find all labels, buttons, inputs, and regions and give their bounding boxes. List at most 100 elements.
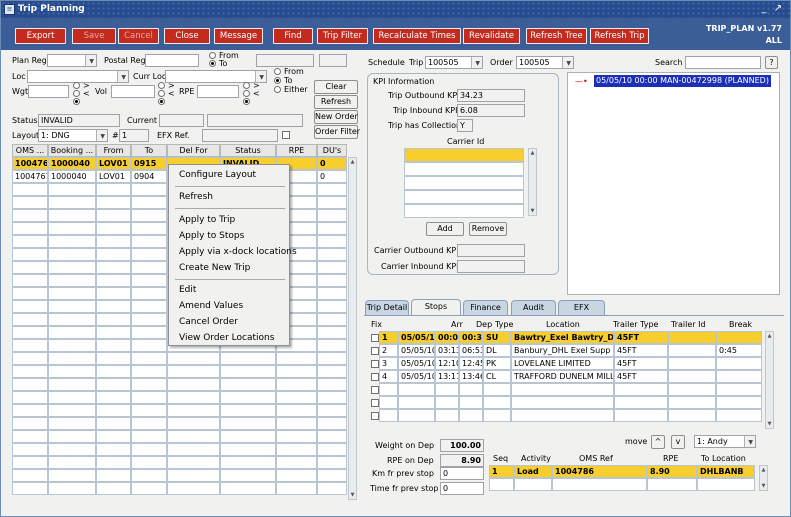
orders-empty-cell[interactable] — [317, 287, 347, 300]
orders-empty-cell[interactable] — [96, 300, 131, 313]
scroll-up-icon[interactable]: ▲ — [349, 158, 356, 166]
orders-empty-cell[interactable] — [317, 469, 347, 482]
stop-empty-cell[interactable] — [398, 396, 435, 409]
stop-empty-cell[interactable] — [483, 383, 511, 396]
move-down-button[interactable]: v — [671, 435, 685, 449]
stop-trailer_id-cell[interactable] — [668, 331, 716, 344]
orders-empty-cell[interactable] — [96, 287, 131, 300]
vol-lt-radio[interactable] — [158, 90, 165, 97]
stop-trailer_id-cell[interactable] — [668, 357, 716, 370]
stop-empty-cell[interactable] — [435, 409, 459, 422]
orders-empty-cell[interactable] — [131, 352, 167, 365]
orders-cell[interactable]: 1000040 — [48, 157, 96, 170]
fix-checkbox[interactable] — [371, 334, 379, 342]
rpe-lt-radio[interactable] — [243, 90, 250, 97]
orders-empty-cell[interactable] — [317, 365, 347, 378]
stop-brk-cell[interactable] — [716, 370, 762, 383]
orders-empty-cell[interactable] — [96, 352, 131, 365]
stop-empty-cell[interactable] — [459, 396, 483, 409]
tab-audit[interactable]: Audit — [511, 300, 556, 315]
orders-empty-cell[interactable] — [276, 430, 317, 443]
orders-empty-cell[interactable] — [131, 456, 167, 469]
carrier-scrollbar[interactable]: ▲ ▼ — [528, 148, 537, 216]
wgt-field[interactable] — [28, 85, 69, 98]
either-radio[interactable] — [274, 86, 281, 93]
activity-oms-ref-cell[interactable]: 1004786 — [552, 465, 647, 478]
orders-empty-cell[interactable] — [167, 456, 220, 469]
orders-empty-cell[interactable] — [48, 209, 96, 222]
vol-eq-radio[interactable] — [158, 98, 165, 105]
orders-empty-cell[interactable] — [220, 469, 276, 482]
order-dropdown[interactable]: 100505 ▼ — [516, 56, 574, 69]
orders-empty-cell[interactable] — [131, 300, 167, 313]
orders-col-header[interactable]: RPE — [276, 144, 317, 157]
fix-checkbox[interactable] — [371, 360, 379, 368]
fix-checkbox[interactable] — [371, 347, 379, 355]
orders-empty-cell[interactable] — [317, 326, 347, 339]
refresh-trip-button[interactable]: Refresh Trip — [590, 28, 649, 44]
orders-empty-cell[interactable] — [131, 274, 167, 287]
orders-empty-cell[interactable] — [131, 378, 167, 391]
orders-empty-cell[interactable] — [48, 261, 96, 274]
orders-empty-cell[interactable] — [12, 196, 48, 209]
stop-seq-cell[interactable]: 4 — [379, 370, 398, 383]
menu-edit[interactable]: Edit — [179, 285, 196, 295]
orders-empty-cell[interactable] — [317, 235, 347, 248]
curr-loc-dropdown[interactable]: ▼ — [165, 70, 267, 83]
orders-empty-cell[interactable] — [317, 339, 347, 352]
menu-apply-via-xdock[interactable]: Apply via x-dock locations — [179, 247, 297, 257]
stop-brk-cell[interactable] — [716, 357, 762, 370]
efx-checkbox[interactable] — [282, 131, 290, 139]
orders-empty-cell[interactable] — [131, 209, 167, 222]
scroll-down-icon[interactable]: ▼ — [760, 482, 767, 490]
orders-empty-cell[interactable] — [96, 456, 131, 469]
stop-location-cell[interactable]: Banbury_DHL Exel Supp — [511, 344, 614, 357]
rpe-gt-radio[interactable] — [243, 82, 250, 89]
orders-col-header[interactable]: Booking ... — [48, 144, 96, 157]
save-button[interactable]: Save — [72, 28, 116, 44]
stop-trailer_id-cell[interactable] — [668, 344, 716, 357]
orders-empty-cell[interactable] — [96, 378, 131, 391]
tab-efx[interactable]: EFX — [558, 300, 605, 315]
stop-type-cell[interactable]: SU — [483, 331, 511, 344]
orders-empty-cell[interactable] — [317, 248, 347, 261]
orders-empty-cell[interactable] — [12, 469, 48, 482]
orders-empty-cell[interactable] — [131, 235, 167, 248]
orders-cell[interactable]: 1004767 — [12, 170, 48, 183]
orders-empty-cell[interactable] — [167, 482, 220, 495]
orders-empty-cell[interactable] — [276, 456, 317, 469]
menu-amend-values[interactable]: Amend Values — [179, 301, 243, 311]
orders-empty-cell[interactable] — [96, 391, 131, 404]
find-button[interactable]: Find — [273, 28, 313, 44]
orders-empty-cell[interactable] — [96, 222, 131, 235]
orders-empty-cell[interactable] — [12, 417, 48, 430]
orders-empty-cell[interactable] — [12, 222, 48, 235]
orders-empty-cell[interactable] — [167, 417, 220, 430]
postal-reg-field[interactable] — [145, 54, 199, 67]
orders-empty-cell[interactable] — [220, 430, 276, 443]
orders-empty-cell[interactable] — [48, 365, 96, 378]
carrier-id-row[interactable] — [404, 148, 524, 162]
orders-empty-cell[interactable] — [96, 235, 131, 248]
orders-empty-cell[interactable] — [12, 261, 48, 274]
orders-empty-cell[interactable] — [317, 482, 347, 495]
menu-cancel-order[interactable]: Cancel Order — [179, 317, 238, 327]
refresh-tree-button[interactable]: Refresh Tree — [526, 28, 587, 44]
orders-empty-cell[interactable] — [317, 196, 347, 209]
orders-empty-cell[interactable] — [317, 404, 347, 417]
orders-empty-cell[interactable] — [48, 482, 96, 495]
tab-stops[interactable]: Stops — [411, 299, 461, 315]
vol-field[interactable] — [111, 85, 155, 98]
activity-empty-cell[interactable] — [697, 478, 755, 491]
orders-empty-cell[interactable] — [317, 443, 347, 456]
stop-empty-cell[interactable] — [668, 383, 716, 396]
orders-empty-cell[interactable] — [167, 404, 220, 417]
layout-dropdown[interactable]: 1: DNG ▼ — [38, 129, 108, 142]
orders-empty-cell[interactable] — [12, 391, 48, 404]
add-carrier-button[interactable]: Add — [426, 222, 464, 236]
stop-arr-cell[interactable]: 13:11 — [435, 370, 459, 383]
orders-empty-cell[interactable] — [96, 209, 131, 222]
km-fr-prev-stop-field[interactable]: 0 — [440, 467, 484, 480]
activity-empty-cell[interactable] — [514, 478, 552, 491]
stop-empty-cell[interactable] — [379, 409, 398, 422]
